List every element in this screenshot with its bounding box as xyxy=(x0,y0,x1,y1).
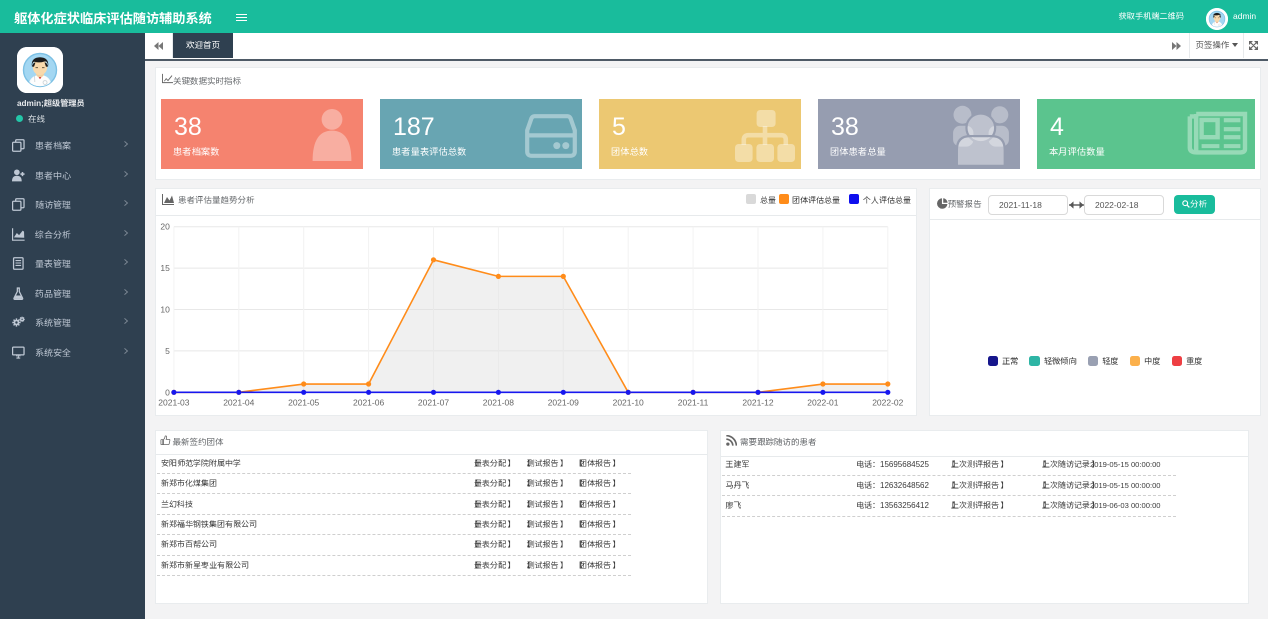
svg-text:5: 5 xyxy=(165,346,170,356)
svg-text:2021-06: 2021-06 xyxy=(353,397,384,407)
svg-text:20: 20 xyxy=(160,222,170,232)
svg-text:2022-01: 2022-01 xyxy=(807,397,838,407)
svg-text:2021-11: 2021-11 xyxy=(678,397,709,407)
svg-text:2021-09: 2021-09 xyxy=(548,397,579,407)
svg-text:2021-12: 2021-12 xyxy=(742,397,773,407)
svg-text:2021-05: 2021-05 xyxy=(288,397,319,407)
svg-text:2021-10: 2021-10 xyxy=(613,397,644,407)
svg-text:2021-03: 2021-03 xyxy=(158,397,189,407)
svg-text:2022-02: 2022-02 xyxy=(872,397,903,407)
svg-text:2021-08: 2021-08 xyxy=(483,397,514,407)
svg-text:10: 10 xyxy=(160,305,170,315)
svg-text:2021-07: 2021-07 xyxy=(418,397,449,407)
svg-text:2021-04: 2021-04 xyxy=(223,397,254,407)
svg-text:0: 0 xyxy=(165,387,170,397)
svg-text:15: 15 xyxy=(160,263,170,273)
